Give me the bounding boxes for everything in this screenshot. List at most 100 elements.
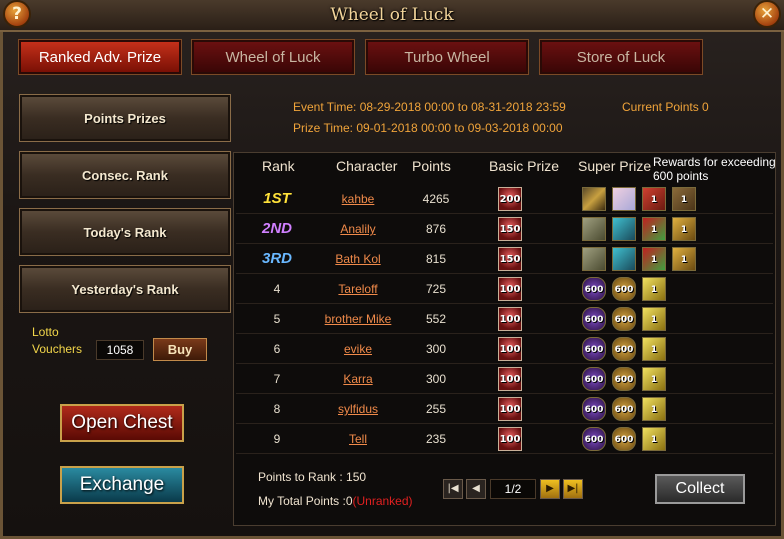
- exchange-button[interactable]: Exchange: [60, 466, 184, 504]
- rank-cell: 9: [273, 432, 281, 446]
- purple-600-icon[interactable]: 600: [582, 337, 606, 361]
- header-rank: Rank: [262, 158, 295, 174]
- character-link[interactable]: Karra: [308, 364, 408, 394]
- basic-prize-gem-icon[interactable]: 100: [498, 277, 522, 301]
- first-page-icon[interactable]: |◀: [443, 479, 463, 499]
- gold-600-icon[interactable]: 600: [612, 277, 636, 301]
- gold-600-icon[interactable]: 600: [612, 427, 636, 451]
- basic-prize-gem-icon[interactable]: 100: [498, 397, 522, 421]
- character-link[interactable]: Analily: [308, 214, 408, 244]
- treasure-box-icon[interactable]: 1: [672, 187, 696, 211]
- axe-icon[interactable]: [582, 217, 606, 241]
- question-icon[interactable]: ?: [3, 0, 31, 28]
- header-super-prize: Super Prize: [578, 158, 652, 174]
- wings-icon[interactable]: [612, 217, 636, 241]
- wings-icon[interactable]: [612, 247, 636, 271]
- prev-page-icon[interactable]: ◀: [466, 479, 486, 499]
- purple-600-icon[interactable]: 600: [582, 367, 606, 391]
- basic-prize-gem-icon[interactable]: 100: [498, 367, 522, 391]
- points-cell: 255: [425, 402, 447, 416]
- table-row: 4 Tareloff 725 100 600 600 1: [236, 274, 773, 304]
- super-prize-tooltip: Rewards for exceeding 600 points: [653, 155, 776, 183]
- basic-prize-gem-icon[interactable]: 150: [498, 247, 522, 271]
- character-link[interactable]: evike: [308, 334, 408, 364]
- character-link[interactable]: brother Mike: [308, 304, 408, 334]
- table-row: 7 Karra 300 100 600 600 1: [236, 364, 773, 394]
- sidebar-item-points-prizes[interactable]: Points Prizes: [19, 94, 231, 142]
- character-link[interactable]: sylfidus: [308, 394, 408, 424]
- header-points: Points: [412, 158, 451, 174]
- gold-figure-icon[interactable]: 1: [672, 217, 696, 241]
- basic-prize-gem-icon[interactable]: 150: [498, 217, 522, 241]
- rank-cell: 5: [273, 312, 281, 326]
- basic-prize-gem-icon[interactable]: 100: [498, 307, 522, 331]
- points-cell: 725: [425, 282, 447, 296]
- gift-chest-icon[interactable]: 1: [642, 247, 666, 271]
- purple-600-icon[interactable]: 600: [582, 397, 606, 421]
- table-row: 1ST kahbe 4265 200 1 1: [236, 184, 773, 214]
- gold-600-icon[interactable]: 600: [612, 397, 636, 421]
- open-chest-button[interactable]: Open Chest: [60, 404, 184, 442]
- gold-600-icon[interactable]: 600: [612, 337, 636, 361]
- character-link[interactable]: Tell: [308, 424, 408, 454]
- table-row: 9 Tell 235 100 600 600 1: [236, 424, 773, 454]
- points-cell: 552: [425, 312, 447, 326]
- page-indicator: 1/2: [490, 479, 536, 499]
- rank-cell: 2ND: [261, 220, 292, 237]
- tab-wheel-of-luck[interactable]: Wheel of Luck: [191, 39, 355, 75]
- points-cell: 300: [425, 372, 447, 386]
- collect-button[interactable]: Collect: [655, 474, 745, 504]
- gold-box-icon[interactable]: 1: [642, 427, 666, 451]
- points-cell: 235: [425, 432, 447, 446]
- close-icon[interactable]: ✕: [753, 0, 781, 28]
- character-link[interactable]: Bath Kol: [308, 244, 408, 274]
- unranked-status: (Unranked): [352, 494, 413, 508]
- basic-prize-gem-icon[interactable]: 200: [498, 187, 522, 211]
- tab-ranked-adv-prize[interactable]: Ranked Adv. Prize: [18, 39, 182, 75]
- character-link[interactable]: kahbe: [308, 184, 408, 214]
- gold-600-icon[interactable]: 600: [612, 307, 636, 331]
- purple-600-icon[interactable]: 600: [582, 307, 606, 331]
- rank-cell: 8: [273, 402, 281, 416]
- table-row: 2ND Analily 876 150 1 1: [236, 214, 773, 244]
- prize-time: Prize Time: 09-01-2018 00:00 to 09-03-20…: [293, 121, 563, 135]
- gold-600-icon[interactable]: 600: [612, 367, 636, 391]
- gold-box-icon[interactable]: 1: [642, 307, 666, 331]
- gold-box-icon[interactable]: 1: [642, 277, 666, 301]
- table-row: 3RD Bath Kol 815 150 1 1: [236, 244, 773, 274]
- header-character: Character: [336, 158, 398, 174]
- event-time: Event Time: 08-29-2018 00:00 to 08-31-20…: [293, 100, 566, 114]
- next-page-icon[interactable]: ▶: [540, 479, 560, 499]
- rank-cell: 6: [273, 342, 281, 356]
- character-card-icon[interactable]: [612, 187, 636, 211]
- buy-button[interactable]: Buy: [153, 338, 207, 361]
- current-points: Current Points 0: [622, 100, 709, 114]
- points-cell: 876: [425, 222, 447, 236]
- table-row: 6 evike 300 100 600 600 1: [236, 334, 773, 364]
- axe-icon[interactable]: [582, 247, 606, 271]
- tab-store-of-luck[interactable]: Store of Luck: [539, 39, 703, 75]
- rank-cell: 1ST: [263, 190, 291, 207]
- gold-figure-icon[interactable]: 1: [672, 247, 696, 271]
- sidebar-item-todays-rank[interactable]: Today's Rank: [19, 208, 231, 256]
- red-character-icon[interactable]: 1: [642, 187, 666, 211]
- purple-600-icon[interactable]: 600: [582, 427, 606, 451]
- gold-box-icon[interactable]: 1: [642, 397, 666, 421]
- gold-box-icon[interactable]: 1: [642, 337, 666, 361]
- basic-prize-gem-icon[interactable]: 100: [498, 337, 522, 361]
- points-cell: 815: [425, 252, 447, 266]
- sidebar-item-yesterdays-rank[interactable]: Yesterday's Rank: [19, 265, 231, 313]
- gift-chest-icon[interactable]: 1: [642, 217, 666, 241]
- character-link[interactable]: Tareloff: [308, 274, 408, 304]
- basic-prize-gem-icon[interactable]: 100: [498, 427, 522, 451]
- gold-box-icon[interactable]: 1: [642, 367, 666, 391]
- tab-turbo-wheel[interactable]: Turbo Wheel: [365, 39, 529, 75]
- my-total-points: My Total Points :0(Unranked): [258, 494, 413, 508]
- purple-600-icon[interactable]: 600: [582, 277, 606, 301]
- rank-cell: 7: [273, 372, 281, 386]
- points-to-rank: Points to Rank : 150: [258, 470, 367, 484]
- sword-icon[interactable]: [582, 187, 606, 211]
- table-row: 5 brother Mike 552 100 600 600 1: [236, 304, 773, 334]
- last-page-icon[interactable]: ▶|: [563, 479, 583, 499]
- sidebar-item-consec-rank[interactable]: Consec. Rank: [19, 151, 231, 199]
